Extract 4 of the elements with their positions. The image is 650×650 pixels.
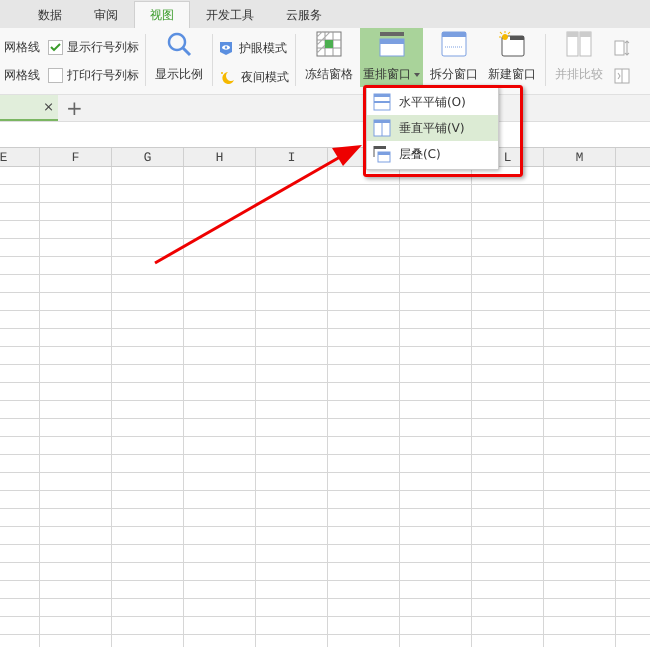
option-label: 网格线 — [3, 38, 40, 56]
checkbox-label: 打印行号列标 — [67, 66, 139, 84]
checkbox-label: 显示行号列标 — [67, 38, 139, 56]
option-label: 网格线 — [3, 66, 40, 84]
